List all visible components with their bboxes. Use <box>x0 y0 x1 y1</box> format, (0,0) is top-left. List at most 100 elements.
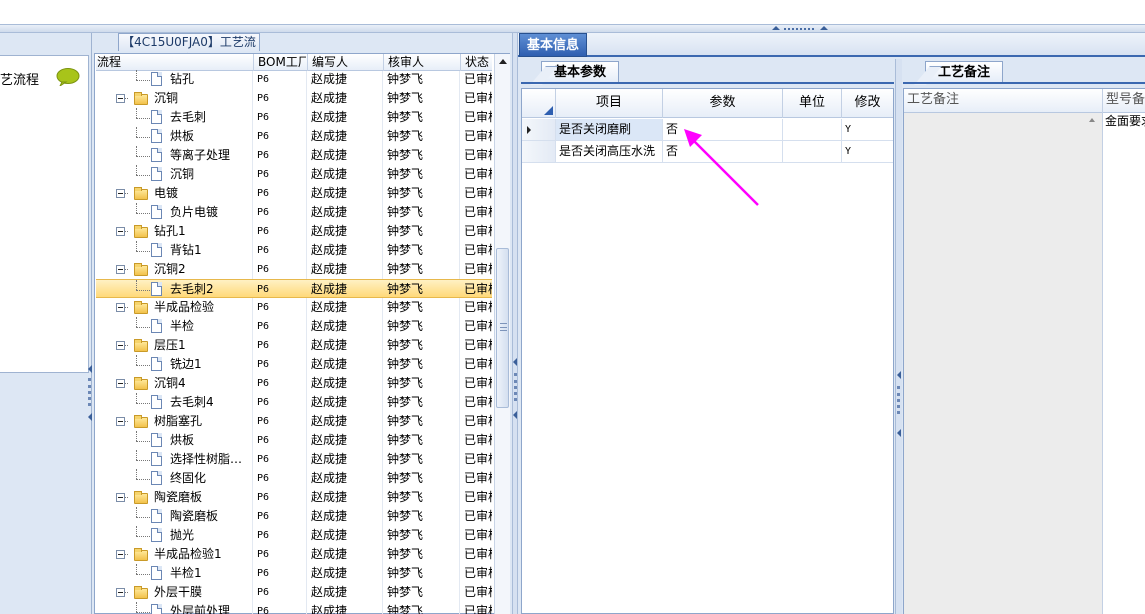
tree-row[interactable]: 负片电镀 P6 赵成捷 钟梦飞 已审核 <box>96 203 492 222</box>
tree-row[interactable]: 外层干膜 P6 赵成捷 钟梦飞 已审核 <box>96 583 492 602</box>
tree-node-label[interactable]: 去毛刺 <box>170 108 251 127</box>
tree-node-label[interactable]: 外层前处理 <box>170 602 251 614</box>
tree-row[interactable]: 陶瓷磨板 P6 赵成捷 钟梦飞 已审核 <box>96 488 492 507</box>
tree-node-label[interactable]: 外层干膜 <box>154 583 251 602</box>
param-modify-cell[interactable]: Y <box>841 141 893 162</box>
tree-row[interactable]: 沉铜4 P6 赵成捷 钟梦飞 已审核 <box>96 374 492 393</box>
tree-row[interactable]: 电镀 P6 赵成捷 钟梦飞 已审核 <box>96 184 492 203</box>
collapse-node-icon[interactable] <box>116 303 125 312</box>
column-header-unit[interactable]: 单位 <box>782 89 841 118</box>
tree-row[interactable]: 抛光 P6 赵成捷 钟梦飞 已审核 <box>96 526 492 545</box>
column-header-writer[interactable]: 编写人 <box>307 54 383 71</box>
tree-node-label[interactable]: 沉铜 <box>154 89 251 108</box>
tree-node-label[interactable]: 钻孔1 <box>154 222 251 241</box>
model-remark-area[interactable] <box>1102 113 1145 614</box>
splitter-grip-icon[interactable] <box>772 26 828 31</box>
tree-row[interactable]: 半检1 P6 赵成捷 钟梦飞 已审核 <box>96 564 492 583</box>
tree-node-label[interactable]: 等离子处理 <box>170 146 251 165</box>
collapse-node-icon[interactable] <box>116 341 125 350</box>
column-header-item[interactable]: 项目 <box>555 89 662 118</box>
tree-node-label[interactable]: 沉铜 <box>170 165 251 184</box>
tree-node-label[interactable]: 负片电镀 <box>170 203 251 222</box>
tree-node-label[interactable]: 背钻1 <box>170 241 251 260</box>
tree-row[interactable]: 陶瓷磨板 P6 赵成捷 钟梦飞 已审核 <box>96 507 492 526</box>
comment-bubble-icon[interactable] <box>56 68 80 86</box>
right-splitter-dots-icon[interactable] <box>897 386 900 414</box>
collapse-node-icon[interactable] <box>116 550 125 559</box>
tree-node-label[interactable]: 终固化 <box>170 469 251 488</box>
collapse-node-icon[interactable] <box>116 379 125 388</box>
tree-node-label[interactable]: 铣边1 <box>170 355 251 374</box>
tree-row[interactable]: 沉铜 P6 赵成捷 钟梦飞 已审核 <box>96 89 492 108</box>
collapse-tree-icon[interactable] <box>513 358 517 366</box>
tree-row[interactable]: 铣边1 P6 赵成捷 钟梦飞 已审核 <box>96 355 492 374</box>
param-unit-cell[interactable] <box>782 141 841 162</box>
tree-row[interactable]: 半检 P6 赵成捷 钟梦飞 已审核 <box>96 317 492 336</box>
collapse-node-icon[interactable] <box>116 588 125 597</box>
collapse-node-icon[interactable] <box>116 417 125 426</box>
tree-row[interactable]: 沉铜 P6 赵成捷 钟梦飞 已审核 <box>96 165 492 184</box>
tab-basic-params[interactable]: 基本参数 <box>541 61 619 83</box>
tree-row[interactable]: 烘板 P6 赵成捷 钟梦飞 已审核 <box>96 127 492 146</box>
tree-row[interactable]: 终固化 P6 赵成捷 钟梦飞 已审核 <box>96 469 492 488</box>
tree-row[interactable]: 烘板 P6 赵成捷 钟梦飞 已审核 <box>96 431 492 450</box>
tree-node-label[interactable]: 去毛刺4 <box>170 393 251 412</box>
collapse-node-icon[interactable] <box>116 493 125 502</box>
tree-node-label[interactable]: 沉铜2 <box>154 260 251 279</box>
tree-node-label[interactable]: 半检 <box>170 317 251 336</box>
column-header-status[interactable]: 状态 <box>460 54 492 71</box>
grid-corner[interactable] <box>522 89 555 118</box>
collapse-remarks-icon[interactable] <box>897 371 901 379</box>
tree-row[interactable]: 层压1 P6 赵成捷 钟梦飞 已审核 <box>96 336 492 355</box>
param-unit-cell[interactable] <box>782 119 841 140</box>
remark-scroll-up-icon[interactable] <box>1089 118 1095 122</box>
row-indicator[interactable] <box>522 141 555 162</box>
tree-row[interactable]: 沉铜2 P6 赵成捷 钟梦飞 已审核 <box>96 260 492 279</box>
expand-remarks-icon[interactable] <box>897 429 901 437</box>
left-panel-label[interactable]: 艺流程 <box>0 69 39 88</box>
left-splitter-dots-icon[interactable] <box>88 378 91 406</box>
column-header-reviewer[interactable]: 核审人 <box>383 54 460 71</box>
right-splitter[interactable] <box>895 59 902 614</box>
tab-process-remarks[interactable]: 工艺备注 <box>925 61 1003 83</box>
tree-row[interactable]: 半成品检验 P6 赵成捷 钟梦飞 已审核 <box>96 298 492 317</box>
tree-node-label[interactable]: 半成品检验1 <box>154 545 251 564</box>
top-splitter-bar[interactable] <box>0 24 1145 33</box>
tree-row[interactable]: 钻孔1 P6 赵成捷 钟梦飞 已审核 <box>96 222 492 241</box>
tree-node-label[interactable]: 电镀 <box>154 184 251 203</box>
column-header-flow[interactable]: 流程 <box>96 54 251 71</box>
tree-node-label[interactable]: 选择性树脂… <box>170 450 251 469</box>
tree-node-label[interactable]: 层压1 <box>154 336 251 355</box>
process-tree-scrollbar[interactable] <box>494 54 510 614</box>
tree-row[interactable]: 半成品检验1 P6 赵成捷 钟梦飞 已审核 <box>96 545 492 564</box>
splitter-dots-icon[interactable] <box>514 373 517 401</box>
column-header-bom[interactable]: BOM工厂 <box>253 54 306 71</box>
tree-node-label[interactable]: 抛光 <box>170 526 251 545</box>
scroll-up-icon[interactable] <box>499 59 507 64</box>
tree-row[interactable]: 钻孔 P6 赵成捷 钟梦飞 已审核 <box>96 70 492 89</box>
tree-node-label[interactable]: 陶瓷磨板 <box>170 507 251 526</box>
tree-node-label[interactable]: 烘板 <box>170 127 251 146</box>
param-item-cell[interactable]: 是否关闭磨刷 <box>555 119 662 140</box>
tree-node-label[interactable]: 半成品检验 <box>154 298 251 317</box>
tree-node-label[interactable]: 半检1 <box>170 564 251 583</box>
tree-node-label[interactable]: 烘板 <box>170 431 251 450</box>
tree-node-label[interactable]: 树脂塞孔 <box>154 412 251 431</box>
collapse-node-icon[interactable] <box>116 265 125 274</box>
row-indicator[interactable] <box>522 119 555 140</box>
tree-row[interactable]: 外层前处理 P6 赵成捷 钟梦飞 已审核 <box>96 602 492 614</box>
tree-node-label[interactable]: 沉铜4 <box>154 374 251 393</box>
column-header-process-remark[interactable]: 工艺备注 <box>904 89 1102 113</box>
tree-row[interactable]: 去毛刺4 P6 赵成捷 钟梦飞 已审核 <box>96 393 492 412</box>
column-header-modify[interactable]: 修改 <box>841 89 893 118</box>
tree-row[interactable]: 去毛刺 P6 赵成捷 钟梦飞 已审核 <box>96 108 492 127</box>
process-remark-area[interactable] <box>904 113 1102 614</box>
tree-node-label[interactable]: 钻孔 <box>170 70 251 89</box>
tab-basic-info[interactable]: 基本信息 <box>519 33 587 57</box>
param-modify-cell[interactable]: Y <box>841 119 893 140</box>
column-header-model-remark[interactable]: 型号备注 <box>1102 89 1145 113</box>
tree-row[interactable]: 等离子处理 P6 赵成捷 钟梦飞 已审核 <box>96 146 492 165</box>
tree-row[interactable]: 背钻1 P6 赵成捷 钟梦飞 已审核 <box>96 241 492 260</box>
tree-row[interactable]: 树脂塞孔 P6 赵成捷 钟梦飞 已审核 <box>96 412 492 431</box>
tree-node-label[interactable]: 去毛刺2 <box>170 280 251 299</box>
